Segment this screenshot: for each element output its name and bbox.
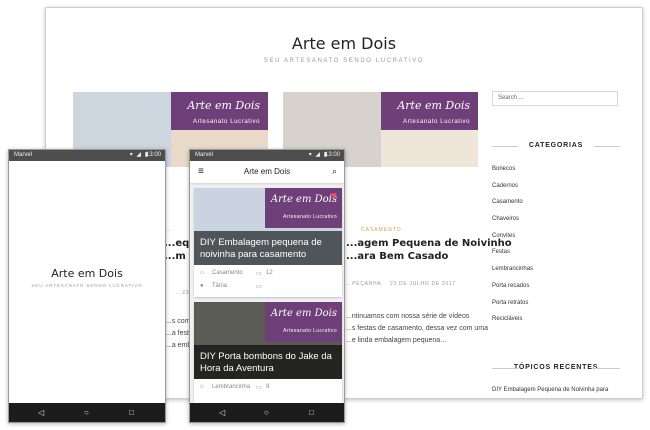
category-list: Bonecos Cadernos Casamento Chaveiros Con… xyxy=(492,164,533,331)
status-time: 13:00 xyxy=(324,152,340,158)
post-card-title: DIY Porta bombons do Jake da Hora da Ave… xyxy=(200,351,332,374)
carrier-label: Marvel xyxy=(195,152,214,158)
category-link[interactable]: Festas xyxy=(492,247,533,264)
comment-count: 12 xyxy=(266,270,273,276)
banner-logo: Arte em Dois xyxy=(270,194,337,205)
post-card-category[interactable]: Casamento xyxy=(212,270,243,276)
home-icon[interactable]: ○ xyxy=(84,408,89,417)
post-excerpt-line: ...ntinuamos com nossa série de vídeos xyxy=(346,313,470,320)
avatar: ● xyxy=(200,283,204,289)
tag-icon: ⌂ xyxy=(200,384,204,390)
categories-heading: CATEGORIAS xyxy=(492,142,620,149)
site-tagline: SEU ARTESANATO SENDO LUCRATIVO xyxy=(263,58,425,64)
android-nav-bar: ◁ ○ □ xyxy=(190,403,344,422)
phone-splash-screen: Marvel ▾ ◢ ▮ 13:00 Arte em Dois SEU ARTE… xyxy=(8,149,166,423)
app-bar: ≡ Arte em Dois ⌕ xyxy=(190,161,344,183)
banner-logo: Arte em Dois xyxy=(397,99,470,112)
post-card-category[interactable]: Lembrancinha xyxy=(212,384,250,390)
banner-subtitle: Artesanato Lucrativo xyxy=(283,214,337,220)
splash-tagline: SEU ARTESANATO SENDO LUCRATIVO xyxy=(31,283,143,288)
screenshot-stage: Arte em Dois SEU ARTESANATO SENDO LUCRAT… xyxy=(0,0,650,430)
post-excerpt-line: ...e linda embalagem pequena… xyxy=(346,337,448,344)
back-icon[interactable]: ◁ xyxy=(219,408,225,417)
post-card-image: Arte em Dois Artesanato Lucrativo ♥ DIY … xyxy=(194,188,342,265)
post-excerpt-line: ...s festas de casamento, dessa vez com … xyxy=(346,325,489,332)
post-heading-line: ...ara Bem Casado xyxy=(346,251,449,262)
share-icon[interactable]: ▭ xyxy=(256,283,262,290)
category-link[interactable]: Cadernos xyxy=(492,181,533,198)
category-link[interactable]: Casamento xyxy=(492,197,533,214)
brand-banner: Arte em Dois Artesanato Lucrativo xyxy=(170,92,268,130)
carrier-label: Marvel xyxy=(14,152,33,158)
android-nav-bar: ◁ ○ □ xyxy=(9,403,165,422)
category-link[interactable]: Chaveiros xyxy=(492,214,533,231)
banner-subtitle: Artesanato Lucrativo xyxy=(402,119,470,125)
status-bar: Marvel ▾ ◢ ▮ 13:00 xyxy=(9,150,165,161)
favorite-heart-icon[interactable]: ♥ xyxy=(330,190,337,202)
comment-icon: ▭ xyxy=(256,385,262,391)
recent-topic-link[interactable]: DIY Embalagem Pequena de Noivinha para xyxy=(492,387,608,393)
site-title[interactable]: Arte em Dois xyxy=(46,34,642,53)
post-excerpt: ...ntinuamos com nossa série de vídeos .… xyxy=(346,311,488,347)
post-meta: ...23 xyxy=(176,290,190,296)
recent-topics-heading: TÓPICOS RECENTES xyxy=(492,364,620,371)
post-heading-line: ...agem Pequena de Noivinho xyxy=(346,238,512,249)
splash-title: Arte em Dois xyxy=(51,267,123,280)
post-card-title: DIY Embalagem pequena de noivinha para c… xyxy=(200,237,322,260)
banner-logo: Arte em Dois xyxy=(187,99,260,112)
post-author[interactable]: ...PEÇANHA xyxy=(346,281,381,287)
post-card[interactable]: Arte em Dois Artesanato Lucrativo ♥ DIY … xyxy=(194,188,342,297)
post-date: 23 DE JULHO DE 2017 xyxy=(390,281,456,287)
category-link[interactable]: Porta retratos xyxy=(492,298,533,315)
banner-subtitle: Artesanato Lucrativo xyxy=(283,328,337,334)
category-link[interactable]: Convites xyxy=(492,231,533,248)
post-category[interactable]: ... xyxy=(166,227,173,233)
favorite-heart-icon[interactable]: ♡ xyxy=(327,304,337,317)
recents-icon[interactable]: □ xyxy=(309,408,314,417)
category-link[interactable]: Lembrancinhas xyxy=(492,264,533,281)
post-heading[interactable]: ...agem Pequena de Noivinho ...ara Bem C… xyxy=(346,237,512,263)
search-input[interactable]: Search ... xyxy=(492,91,618,106)
status-bar: Marvel ▾ ◢ ▮ 13:00 xyxy=(190,150,344,161)
tag-icon: ⌂ xyxy=(200,270,204,276)
category-link[interactable]: Bonecos xyxy=(492,164,533,181)
banner-subtitle: Artesanato Lucrativo xyxy=(192,119,260,125)
thumbnail-photo xyxy=(380,130,478,167)
category-link[interactable]: Recicláveis xyxy=(492,314,533,331)
post-card[interactable]: Arte em Dois Artesanato Lucrativo ♡ DIY … xyxy=(194,302,342,411)
comment-icon: ▭ xyxy=(256,271,262,277)
brand-banner: Arte em Dois Artesanato Lucrativo xyxy=(380,92,478,130)
app-title: Arte em Dois xyxy=(243,167,291,176)
post-category[interactable]: CASAMENTO xyxy=(361,227,402,233)
search-icon[interactable]: ⌕ xyxy=(332,166,337,177)
recents-icon[interactable]: □ xyxy=(129,408,134,417)
category-link[interactable]: Porta recados xyxy=(492,281,533,298)
comment-count: 8 xyxy=(266,384,270,390)
post-card-author[interactable]: Tânia xyxy=(212,283,227,289)
status-time: 13:00 xyxy=(145,152,161,158)
home-icon[interactable]: ○ xyxy=(264,408,269,417)
post-card-footer: ⌂ Casamento ▭ 12 ● Tânia ▭ xyxy=(194,265,342,297)
phone-feed-screen: Marvel ▾ ◢ ▮ 13:00 ≡ Arte em Dois ⌕ Arte… xyxy=(189,149,345,423)
post-card-image: Arte em Dois Artesanato Lucrativo ♡ DIY … xyxy=(194,302,342,379)
back-icon[interactable]: ◁ xyxy=(38,408,44,417)
